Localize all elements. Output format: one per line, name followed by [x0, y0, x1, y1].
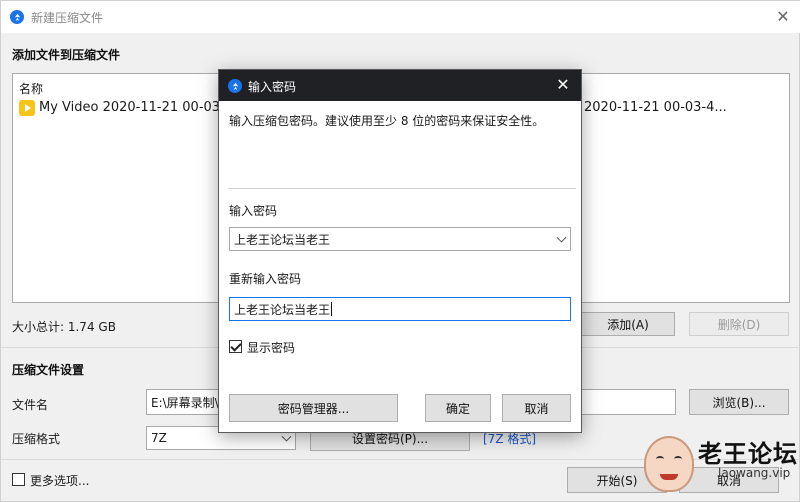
- format-label: 压缩格式: [12, 432, 61, 446]
- more-options-label[interactable]: 更多选项...: [30, 472, 89, 489]
- window-titlebar: 新建压缩文件 ✕: [1, 1, 800, 33]
- show-password-checkbox[interactable]: [229, 340, 242, 353]
- chevron-down-icon[interactable]: [556, 232, 567, 243]
- watermark: 老王论坛 laowang.vip: [640, 430, 800, 502]
- password-value: 上老王论坛当老王: [234, 232, 331, 247]
- watermark-domain: laowang.vip: [718, 466, 791, 480]
- close-icon[interactable]: ✕: [773, 7, 793, 27]
- app-icon: [10, 10, 24, 24]
- ok-button[interactable]: 确定: [425, 394, 491, 422]
- dialog-cancel-button[interactable]: 取消: [502, 394, 571, 422]
- mascot-logo: [644, 436, 694, 492]
- browse-button[interactable]: 浏览(B)...: [689, 389, 789, 415]
- file-name: My Video 2020-11-21 00-03-48: [39, 100, 242, 115]
- password-label: 输入密码: [229, 204, 278, 218]
- format-value: 7Z: [151, 431, 167, 445]
- settings-section-title: 压缩文件设置: [12, 363, 85, 377]
- confirm-password-label: 重新输入密码: [229, 272, 302, 286]
- window-title: 新建压缩文件: [31, 11, 104, 25]
- remove-button[interactable]: 删除(D): [689, 312, 789, 336]
- total-size: 大小总计: 1.74 GB: [12, 320, 116, 334]
- text-caret: [331, 302, 333, 316]
- column-header-name[interactable]: 名称: [19, 80, 43, 97]
- dialog-instruction: 输入压缩包密码。建议使用至少 8 位的密码来保证安全性。: [229, 114, 545, 128]
- password-manager-button[interactable]: 密码管理器...: [229, 394, 398, 422]
- confirm-password-input[interactable]: 上老王论坛当老王: [229, 297, 571, 321]
- dialog-title: 输入密码: [248, 80, 297, 94]
- video-file-icon: [19, 100, 35, 116]
- filename-label: 文件名: [12, 398, 49, 412]
- add-button[interactable]: 添加(A): [581, 312, 675, 336]
- password-dialog: 输入密码 ✕ 输入压缩包密码。建议使用至少 8 位的密码来保证安全性。 输入密码…: [218, 69, 582, 433]
- watermark-brand: 老王论坛: [698, 440, 798, 468]
- password-input[interactable]: 上老王论坛当老王: [229, 227, 571, 251]
- filename-value: E:\屏幕录制\: [151, 395, 219, 410]
- close-icon[interactable]: ✕: [552, 74, 574, 96]
- add-files-section-title: 添加文件到压缩文件: [12, 48, 121, 62]
- more-options-checkbox[interactable]: [12, 473, 25, 486]
- dialog-titlebar: 输入密码 ✕: [219, 70, 581, 101]
- app-icon: [228, 79, 242, 93]
- confirm-password-value: 上老王论坛当老王: [234, 302, 331, 317]
- chevron-down-icon: [281, 431, 292, 442]
- show-password-label[interactable]: 显示密码: [247, 339, 295, 356]
- file-name-right: 2020-11-21 00-03-4...: [584, 100, 727, 115]
- divider: [228, 188, 576, 189]
